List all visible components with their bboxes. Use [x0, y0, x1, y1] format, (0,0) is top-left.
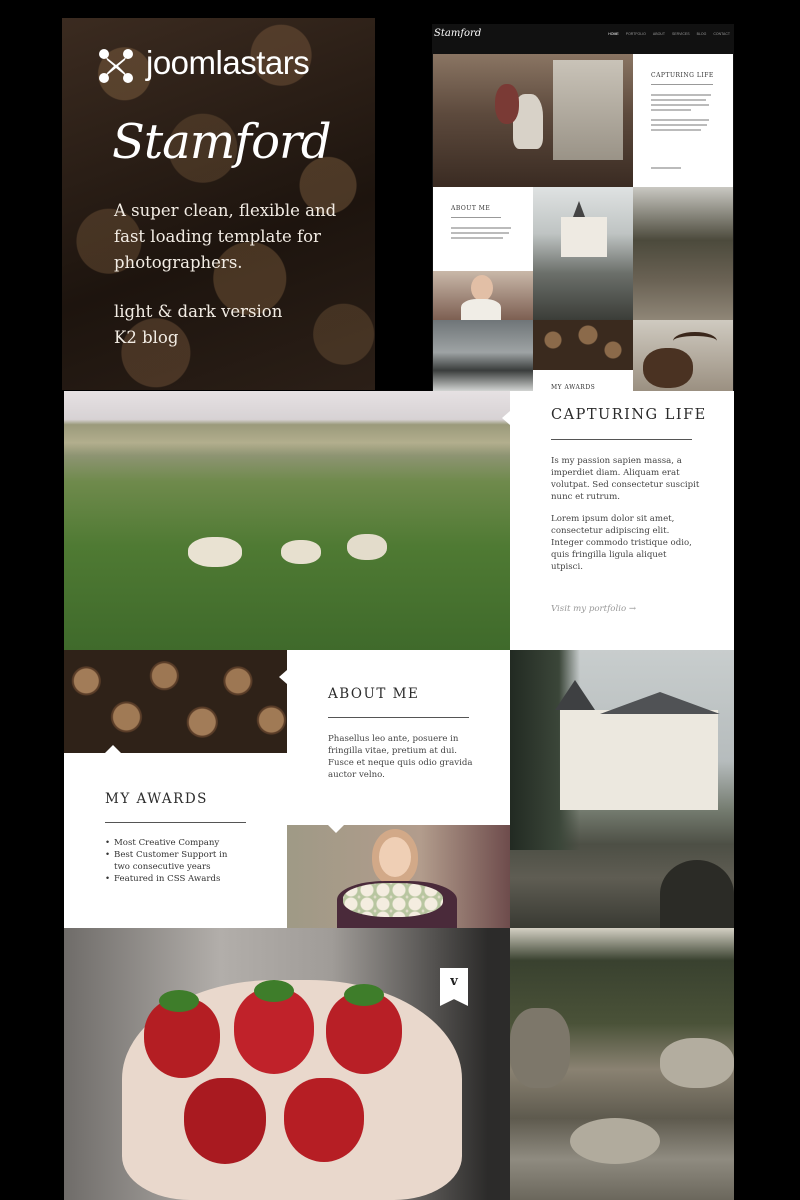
- award-item: Most Creative Company: [105, 837, 235, 849]
- preview-nav-item[interactable]: BLOG: [697, 32, 707, 36]
- preview-nav: HOME PORTFOLIO ABOUT SERVICES BLOG CONTA…: [608, 32, 730, 36]
- award-item: Best Customer Support in two consecutive…: [105, 849, 235, 873]
- preview-capturing-title: CAPTURING LIFE: [651, 72, 714, 79]
- preview-nav-item[interactable]: CONTACT: [713, 32, 730, 36]
- sheep-field-photo: [64, 391, 510, 650]
- preview-dog-photo: [433, 54, 633, 187]
- preview-awards-title: MY AWARDS: [551, 384, 596, 391]
- capturing-paragraph-2: Lorem ipsum dolor sit amet, consectetur …: [551, 514, 692, 572]
- river-rocks-photo: [510, 928, 734, 1200]
- award-item: Featured in CSS Awards: [105, 873, 235, 885]
- preview-nav-item[interactable]: SERVICES: [672, 32, 690, 36]
- joomla-logo-icon: [99, 49, 133, 83]
- brand-name: joomlastars: [146, 44, 310, 81]
- about-text: Phasellus leo ante, posuere in fringilla…: [328, 734, 473, 780]
- about-title: ABOUT ME: [328, 686, 420, 702]
- preview-wood-photo: [533, 320, 633, 370]
- preview-river-photo: [633, 187, 733, 320]
- preview-logo: Stamford: [434, 28, 482, 39]
- template-name: Stamford: [112, 114, 332, 170]
- capturing-life-card: CAPTURING LIFE Is my passion sapien mass…: [502, 391, 734, 650]
- preview-mountain-photo: [433, 320, 533, 392]
- feature-light-dark: light & dark version: [114, 302, 283, 321]
- castle-photo: [510, 650, 734, 928]
- capturing-title: CAPTURING LIFE: [551, 407, 707, 423]
- preview-awards-card: MY AWARDS: [533, 370, 633, 392]
- preview-girl-photo: [433, 271, 533, 320]
- my-awards-card: MY AWARDS Most Creative Company Best Cus…: [64, 745, 287, 928]
- promo-panel: joomlastars Stamford A super clean, flex…: [62, 18, 375, 390]
- preview-moose-photo: [633, 320, 733, 392]
- firewood-photo: [64, 650, 287, 753]
- preview-castle-photo: [533, 187, 633, 320]
- capturing-paragraph-1: Is my passion sapien massa, a imperdiet …: [551, 456, 700, 502]
- awards-title: MY AWARDS: [105, 791, 208, 807]
- preview-screenshot: Stamford HOME PORTFOLIO ABOUT SERVICES B…: [432, 24, 734, 392]
- tagline: A super clean, flexible and fast loading…: [114, 201, 337, 272]
- about-me-card: ABOUT ME Phasellus leo ante, posuere in …: [279, 650, 510, 825]
- preview-nav-item[interactable]: ABOUT: [653, 32, 665, 36]
- vimeo-icon: v: [450, 974, 458, 989]
- girl-roses-photo: [287, 825, 510, 928]
- portfolio-link[interactable]: Visit my portfolio →: [551, 603, 701, 615]
- awards-list: Most Creative Company Best Customer Supp…: [105, 837, 235, 885]
- preview-nav-item[interactable]: HOME: [608, 32, 619, 36]
- preview-nav-item[interactable]: PORTFOLIO: [626, 32, 646, 36]
- feature-k2-blog: K2 blog: [114, 328, 179, 347]
- notch: [328, 825, 344, 833]
- preview-about-title: ABOUT ME: [451, 205, 491, 212]
- preview-about-card: ABOUT ME: [433, 187, 533, 271]
- preview-capturing-card: CAPTURING LIFE: [633, 54, 733, 187]
